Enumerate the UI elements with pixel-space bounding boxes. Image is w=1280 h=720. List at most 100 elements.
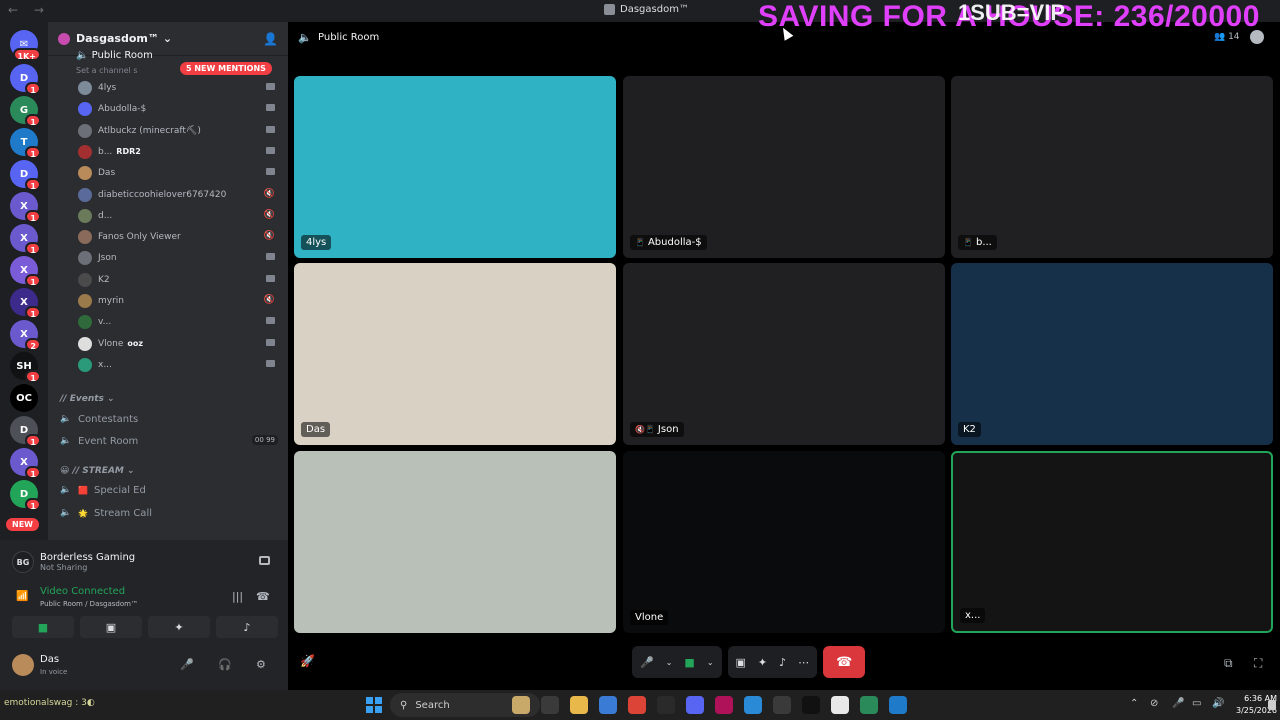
popout-icon[interactable]: ⧉ <box>1224 656 1233 671</box>
activity-card[interactable]: BG Borderless Gaming Not Sharing <box>12 548 282 576</box>
server-icon[interactable]: SH 1 <box>10 352 41 383</box>
video-tile[interactable]: Vlone <box>623 451 945 633</box>
taskbar-app-icon[interactable] <box>657 696 675 714</box>
signal-icon[interactable]: 📶 <box>16 591 28 602</box>
server-icon[interactable]: D1 <box>10 480 41 511</box>
voice-user[interactable]: v... <box>78 312 283 332</box>
video-tile[interactable]: K2 <box>951 263 1273 445</box>
direct-messages-button[interactable]: ✉ 1K+ <box>10 30 41 61</box>
screen-share-icon[interactable] <box>259 556 270 565</box>
volume-icon[interactable]: 🔊 <box>1212 698 1224 709</box>
server-icon[interactable]: X1 <box>10 192 41 223</box>
server-icon[interactable]: D1 <box>10 64 41 95</box>
windows-start-button[interactable] <box>366 697 382 713</box>
microphone-icon[interactable]: 🎤 <box>180 658 194 671</box>
activities-button[interactable]: ✦ <box>148 616 210 638</box>
video-tile[interactable]: 📱 b... <box>951 76 1273 258</box>
taskbar-app-icon[interactable] <box>628 696 646 714</box>
voice-user[interactable]: b... RDR2 <box>78 142 283 162</box>
network-icon[interactable]: ⊘ <box>1150 698 1158 709</box>
taskbar-app-icon[interactable] <box>860 696 878 714</box>
channel-contestants[interactable]: 🔈 Contestants <box>60 409 280 429</box>
video-tile[interactable]: 4lys <box>294 76 616 258</box>
video-tile[interactable]: 🔇📱 Json <box>623 263 945 445</box>
leave-call-button[interactable]: ☎ <box>823 646 866 678</box>
channel-special-ed[interactable]: 🔈 🟥 Special Ed <box>60 480 280 500</box>
taskbar-app-icon[interactable] <box>541 696 559 714</box>
server-icon[interactable]: X1 <box>10 288 41 319</box>
display-icon[interactable]: ▭ <box>1192 698 1201 709</box>
chevron-up-icon[interactable]: ⌃ <box>1130 698 1138 709</box>
voice-user[interactable]: myrin 🔇 <box>78 291 283 311</box>
fullscreen-icon[interactable]: ⛶ <box>1254 656 1262 671</box>
server-icon[interactable]: X1 <box>10 256 41 287</box>
camera-button[interactable]: ■ <box>684 656 694 669</box>
taskbar-app-icon[interactable] <box>686 696 704 714</box>
channel-name: Contestants <box>78 413 139 425</box>
taskbar-app-icon[interactable] <box>570 696 588 714</box>
voice-user[interactable]: d... 🔇 <box>78 206 283 226</box>
voice-user[interactable]: Json <box>78 248 283 268</box>
taskbar-app-icon[interactable] <box>715 696 733 714</box>
notification-icon[interactable] <box>1268 700 1276 710</box>
disconnect-icon[interactable]: ☎ <box>256 590 270 603</box>
more-options-button[interactable]: ⋯ <box>798 656 809 669</box>
video-tile[interactable]: 📱 Abudolla-$ <box>623 76 945 258</box>
taskbar-app-icon[interactable] <box>802 696 820 714</box>
voice-user[interactable]: Atlbuckz (minecraft⛏) <box>78 121 283 141</box>
soundboard-button[interactable]: ♪ <box>779 656 786 669</box>
share-screen-button[interactable]: ▣ <box>736 656 746 669</box>
taskbar-app-icon[interactable] <box>773 696 791 714</box>
server-icon[interactable]: T1 <box>10 128 41 159</box>
channel-event-room[interactable]: 🔈 Event Room 00 99 <box>60 431 280 451</box>
avatar[interactable] <box>12 654 34 676</box>
connection-location[interactable]: Public Room / Dasgasdom™ <box>40 600 138 608</box>
add-user-icon[interactable]: 👤 <box>263 32 278 46</box>
category-events[interactable]: // Events ⌄ + <box>60 394 115 410</box>
activity-launcher-icon[interactable]: 🚀 <box>300 654 315 668</box>
microphone-button[interactable]: 🎤 <box>640 656 654 669</box>
server-icon[interactable]: X1 <box>10 224 41 255</box>
share-screen-button[interactable]: ▣ <box>80 616 142 638</box>
chevron-down-icon[interactable]: ⌄ <box>707 658 714 667</box>
activity-status: Not Sharing <box>40 563 88 572</box>
server-icon[interactable]: D1 <box>10 160 41 191</box>
video-tile[interactable] <box>294 451 616 633</box>
share-group: ▣ ✦ ♪ ⋯ <box>727 646 818 678</box>
headphones-icon[interactable]: 🎧 <box>218 658 232 671</box>
voice-user[interactable]: Das <box>78 163 283 183</box>
connection-status[interactable]: Video Connected <box>40 586 125 597</box>
server-icon[interactable]: D1 <box>10 416 41 447</box>
nav-arrows[interactable]: ← → <box>8 3 50 17</box>
video-tile[interactable]: x... <box>951 451 1273 633</box>
voice-user[interactable]: Abudolla-$ <box>78 99 283 119</box>
server-icon[interactable]: G1 <box>10 96 41 127</box>
server-icon[interactable]: OC <box>10 384 38 412</box>
video-tile[interactable]: Das <box>294 263 616 445</box>
voice-user[interactable]: diabeticcoohielover6767420 🔇 <box>78 185 283 205</box>
server-icon[interactable]: X1 <box>10 448 41 479</box>
microphone-icon[interactable]: 🎤 <box>1172 698 1184 709</box>
activities-button[interactable]: ✦ <box>758 656 767 669</box>
soundboard-button[interactable]: ♪ <box>216 616 278 638</box>
gear-icon[interactable]: ⚙ <box>256 658 266 671</box>
voice-user[interactable]: K2 <box>78 270 283 290</box>
taskbar-app-icon[interactable] <box>512 696 530 714</box>
noise-suppression-icon[interactable]: ||| <box>232 590 243 603</box>
voice-user[interactable]: x... <box>78 355 283 375</box>
new-pill[interactable]: NEW <box>6 518 39 531</box>
chevron-down-icon[interactable]: ⌄ <box>666 658 673 667</box>
taskbar-app-icon[interactable] <box>831 696 849 714</box>
channel-stream-call[interactable]: 🔈 🌟 Stream Call <box>60 503 280 523</box>
taskbar-app-icon[interactable] <box>599 696 617 714</box>
server-icon[interactable]: X2 <box>10 320 41 351</box>
voice-user[interactable]: 4lys <box>78 78 283 98</box>
taskbar-app-icon[interactable] <box>744 696 762 714</box>
camera-button[interactable]: ■ <box>12 616 74 638</box>
taskbar-app-icon[interactable] <box>889 696 907 714</box>
speaker-icon: 🔈 <box>60 485 72 495</box>
new-mentions-pill[interactable]: 5 NEW MENTIONS <box>180 62 272 75</box>
voice-user[interactable]: Vlone ooz <box>78 334 283 354</box>
voice-user[interactable]: Fanos Only Viewer 🔇 <box>78 227 283 247</box>
participant-name: Vlone <box>635 612 664 623</box>
